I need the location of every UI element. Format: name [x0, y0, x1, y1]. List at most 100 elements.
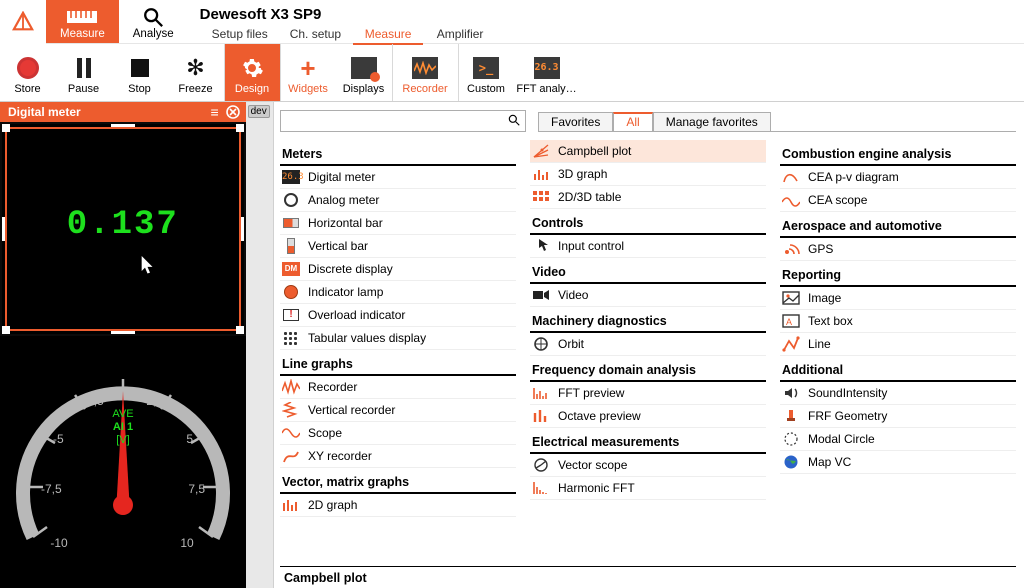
item-input-control[interactable]: Input control: [530, 235, 766, 258]
custom-icon: >_: [473, 53, 499, 83]
svg-text:-5: -5: [53, 432, 64, 446]
item-horizontal-bar[interactable]: Horizontal bar: [280, 212, 516, 235]
digital-meter-widget[interactable]: 0.137: [2, 124, 244, 334]
digital-meter-value: 0.137: [67, 206, 179, 244]
status-selected: Campbell plot: [284, 571, 367, 585]
tab-manage-favorites[interactable]: Manage favorites: [653, 112, 771, 131]
item-line[interactable]: Line: [780, 333, 1016, 356]
fft-analy-label: FFT analy…: [516, 83, 576, 95]
item-2d3d-table[interactable]: 2D/3D table: [530, 186, 766, 209]
freeze-label: Freeze: [178, 83, 212, 95]
gauge-tick-max: 10: [180, 536, 194, 550]
design-label: Design: [235, 83, 269, 95]
item-image[interactable]: Image: [780, 287, 1016, 310]
item-modal-circle[interactable]: Modal Circle: [780, 428, 1016, 451]
item-recorder[interactable]: Recorder: [280, 376, 516, 399]
widget-titlebar[interactable]: Digital meter ≡: [0, 102, 246, 122]
item-gps[interactable]: GPS: [780, 238, 1016, 261]
svg-text:AI 1: AI 1: [113, 421, 133, 433]
item-sound-intensity[interactable]: SoundIntensity: [780, 382, 1016, 405]
item-overload-indicator[interactable]: Overload indicator: [280, 304, 516, 327]
item-analog-meter[interactable]: Analog meter: [280, 189, 516, 212]
recorder-label: Recorder: [402, 83, 447, 95]
svg-text:[V]: [V]: [116, 434, 129, 446]
svg-text:-7,5: -7,5: [41, 482, 62, 496]
analog-gauge-widget[interactable]: -10 -7,5 -5 -2,5 0 2,5 5 7,5 10 AVE AI 1…: [0, 336, 246, 588]
widget-palette: Favorites All Manage favorites Meters 26…: [274, 102, 1024, 588]
item-tabular-values[interactable]: Tabular values display: [280, 327, 516, 350]
freeze-button[interactable]: ✻ Freeze: [168, 44, 224, 101]
design-button[interactable]: Design: [224, 44, 280, 101]
item-indicator-lamp[interactable]: Indicator lamp: [280, 281, 516, 304]
cat-controls: Controls: [530, 213, 766, 235]
item-cea-pv[interactable]: CEA p-v diagram: [780, 166, 1016, 189]
item-discrete-display[interactable]: DMDiscrete display: [280, 258, 516, 281]
store-button[interactable]: Store: [0, 44, 56, 101]
preview-pane: Digital meter ≡ 0.137: [0, 102, 246, 588]
svg-text:-2,5: -2,5: [83, 394, 104, 408]
item-digital-meter[interactable]: 26.3Digital meter: [280, 166, 516, 189]
item-campbell-plot[interactable]: Campbell plot: [530, 140, 766, 163]
widgets-label: Widgets: [288, 83, 328, 95]
pause-button[interactable]: Pause: [56, 44, 112, 101]
cat-reporting: Reporting: [780, 265, 1016, 287]
item-vertical-bar[interactable]: Vertical bar: [280, 235, 516, 258]
recorder-button[interactable]: Recorder: [392, 44, 458, 101]
item-vertical-recorder[interactable]: Vertical recorder: [280, 399, 516, 422]
tab-favorites[interactable]: Favorites: [538, 112, 613, 131]
widgets-button[interactable]: + Widgets: [280, 44, 336, 101]
cat-line-graphs: Line graphs: [280, 354, 516, 376]
tab-all[interactable]: All: [613, 112, 652, 131]
item-frf-geometry[interactable]: FRF Geometry: [780, 405, 1016, 428]
displays-button[interactable]: Displays: [336, 44, 392, 101]
cursor-pointer-icon: [135, 254, 155, 278]
item-octave-preview[interactable]: Octave preview: [530, 405, 766, 428]
tab-measure[interactable]: Measure: [353, 23, 423, 45]
pause-icon: [75, 53, 93, 83]
top-measure-label: Measure: [60, 28, 105, 40]
widget-title-label: Digital meter: [8, 105, 81, 119]
top-measure-button[interactable]: Measure: [46, 0, 119, 43]
stop-button[interactable]: Stop: [112, 44, 168, 101]
tab-ch-setup[interactable]: Ch. setup: [280, 23, 351, 45]
stop-label: Stop: [128, 83, 151, 95]
search-input[interactable]: [285, 112, 507, 130]
tab-amplifier[interactable]: Amplifier: [425, 23, 495, 45]
top-analyse-button[interactable]: Analyse: [119, 0, 188, 43]
palette-col-1: Meters 26.3Digital meter Analog meter Ho…: [280, 140, 516, 562]
app-logo: [0, 0, 46, 44]
gauge-tick-min: -10: [50, 536, 68, 550]
item-orbit[interactable]: Orbit: [530, 333, 766, 356]
search-box[interactable]: [280, 110, 526, 132]
widget-close-icon[interactable]: [224, 104, 242, 120]
item-3d-graph[interactable]: 3D graph: [530, 163, 766, 186]
tab-setup-files[interactable]: Setup files: [202, 23, 278, 45]
item-text-box[interactable]: AText box: [780, 310, 1016, 333]
search-icon[interactable]: [507, 113, 521, 130]
cat-machinery: Machinery diagnostics: [530, 311, 766, 333]
displays-label: Displays: [343, 83, 385, 95]
item-harmonic-fft[interactable]: Harmonic FFT: [530, 477, 766, 500]
svg-text:A: A: [786, 317, 792, 327]
item-fft-preview[interactable]: FFT preview: [530, 382, 766, 405]
svg-text:5: 5: [186, 432, 193, 446]
fft-analy-button[interactable]: 26.3 FFT analy…: [514, 44, 580, 101]
item-video[interactable]: Video: [530, 284, 766, 307]
item-cea-scope[interactable]: CEA scope: [780, 189, 1016, 212]
displays-icon: [351, 53, 377, 83]
status-bar: Campbell plot: [280, 566, 1016, 588]
item-2d-graph[interactable]: 2D graph: [280, 494, 516, 517]
plus-icon: +: [300, 53, 315, 83]
item-scope[interactable]: Scope: [280, 422, 516, 445]
custom-label: Custom: [467, 83, 505, 95]
svg-text:AVE: AVE: [112, 408, 133, 420]
cat-additional: Additional: [780, 360, 1016, 382]
widget-menu-icon[interactable]: ≡: [206, 104, 224, 120]
custom-button[interactable]: >_ Custom: [458, 44, 514, 101]
item-map-vc[interactable]: Map VC: [780, 451, 1016, 474]
dev-chip[interactable]: dev: [248, 105, 270, 118]
top-analyse-label: Analyse: [133, 28, 174, 40]
pause-label: Pause: [68, 83, 99, 95]
item-vector-scope[interactable]: Vector scope: [530, 454, 766, 477]
item-xy-recorder[interactable]: XY recorder: [280, 445, 516, 468]
